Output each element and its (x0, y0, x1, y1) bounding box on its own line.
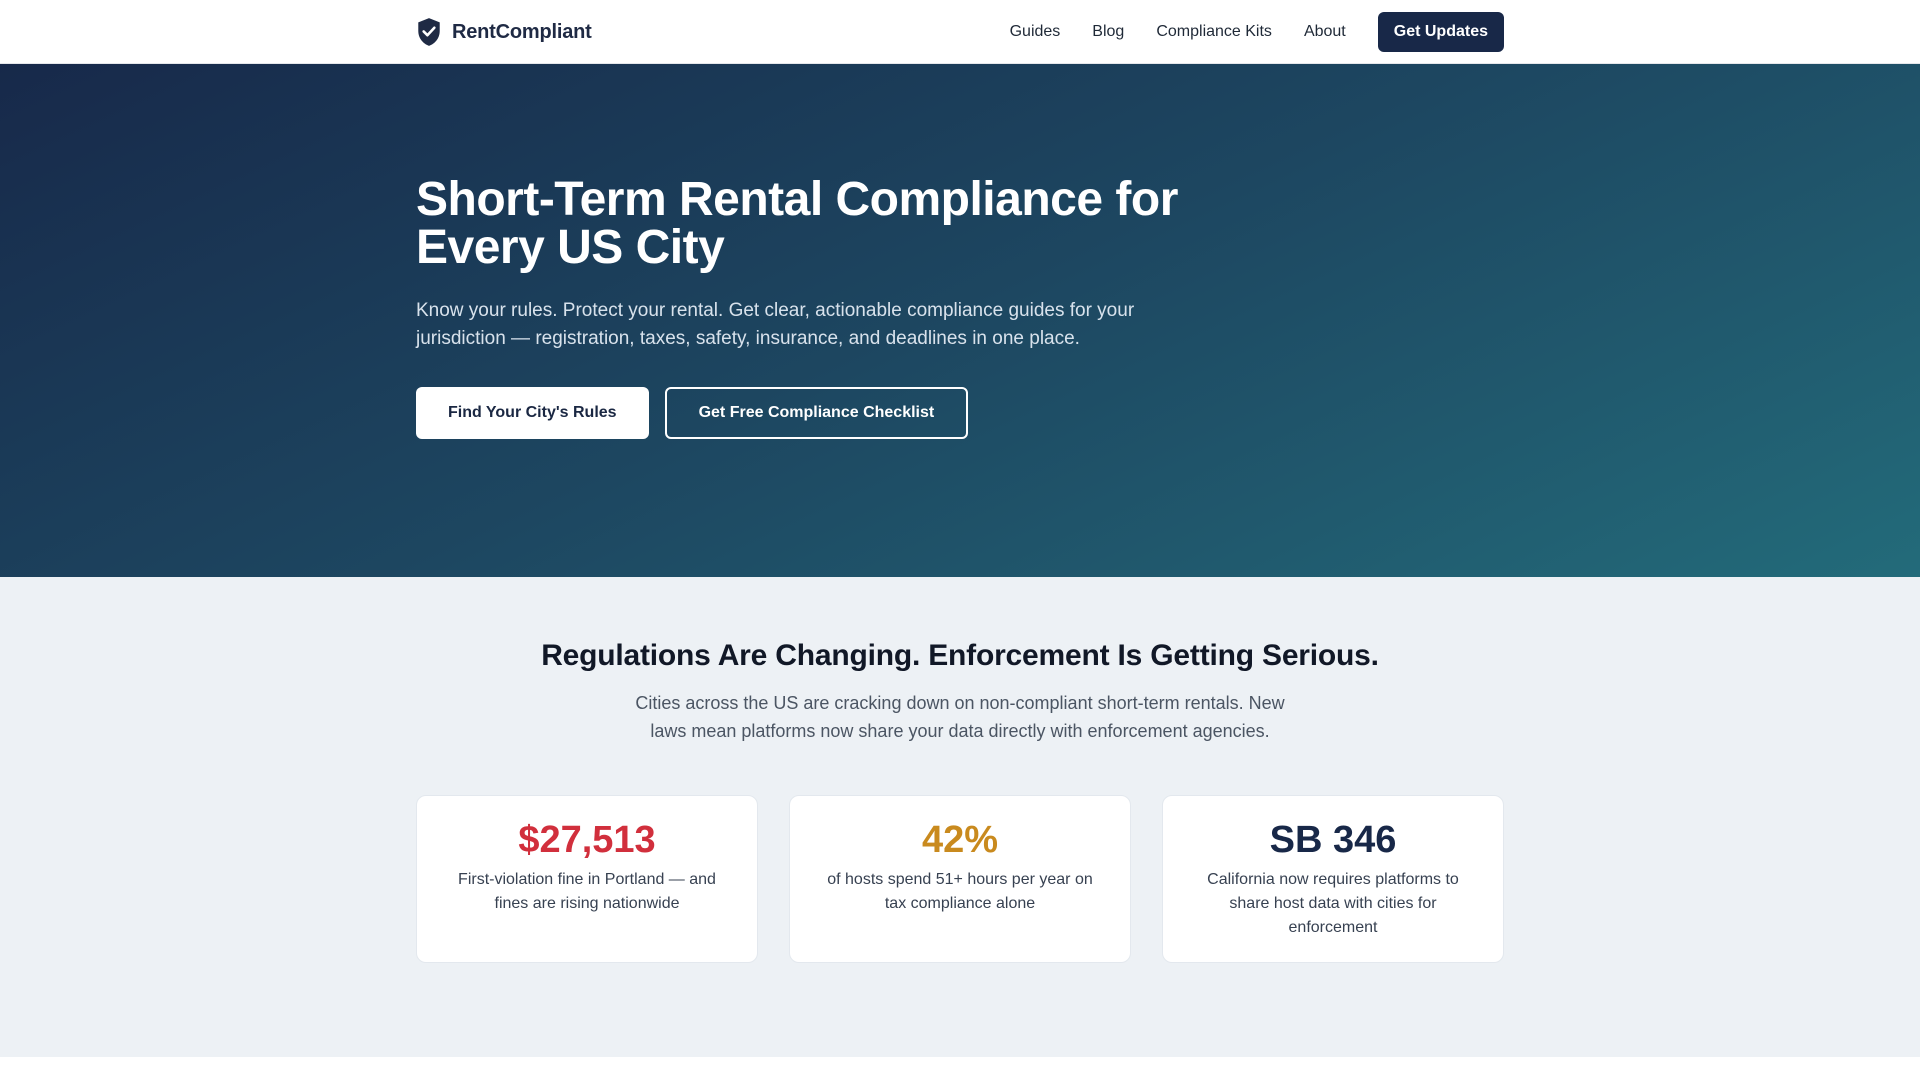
hero-subtitle: Know your rules. Protect your rental. Ge… (416, 300, 1135, 349)
hero-title: Short-Term Rental Compliance for Every U… (416, 173, 1178, 274)
stat-value: 42% (921, 819, 999, 861)
stats-subtitle: Cities across the US are cracking down o… (635, 693, 1285, 741)
stat-card-fine: $27,513 First-violation fine in Portland… (416, 795, 758, 963)
nav-link-compliance-kits[interactable]: Compliance Kits (1156, 23, 1272, 41)
get-updates-button[interactable]: Get Updates (1377, 12, 1504, 52)
stat-card-law: SB 346 California now requires platforms… (1162, 795, 1504, 963)
stats-title: Regulations Are Changing. Enforcement Is… (541, 639, 1379, 672)
stat-cards: $27,513 First-violation fine in Portland… (416, 795, 1504, 963)
nav-link-blog[interactable]: Blog (1092, 23, 1124, 41)
brand-logo[interactable]: RentCompliant (416, 17, 592, 47)
free-checklist-button[interactable]: Get Free Compliance Checklist (664, 387, 969, 439)
hero-actions: Find Your City's Rules Get Free Complian… (416, 387, 1504, 439)
next-section-edge (0, 1057, 1920, 1080)
stats-section: Regulations Are Changing. Enforcement Is… (0, 577, 1920, 1057)
stat-description: California now requires platforms to sha… (1207, 871, 1459, 936)
find-city-rules-button[interactable]: Find Your City's Rules (416, 387, 649, 439)
stat-value: $27,513 (518, 819, 656, 861)
stat-value: SB 346 (1269, 819, 1397, 861)
top-nav: RentCompliant Guides Blog Compliance Kit… (0, 0, 1920, 64)
hero-section: Short-Term Rental Compliance for Every U… (0, 64, 1920, 577)
brand-name: RentCompliant (452, 20, 592, 43)
stat-description: of hosts spend 51+ hours per year on tax… (827, 871, 1093, 912)
nav-links: Guides Blog Compliance Kits About Get Up… (1010, 12, 1504, 52)
nav-link-about[interactable]: About (1304, 23, 1346, 41)
nav-link-guides[interactable]: Guides (1010, 23, 1061, 41)
stat-description: First-violation fine in Portland — and f… (458, 871, 716, 912)
stat-card-hours: 42% of hosts spend 51+ hours per year on… (789, 795, 1131, 963)
shield-check-icon (418, 18, 440, 46)
